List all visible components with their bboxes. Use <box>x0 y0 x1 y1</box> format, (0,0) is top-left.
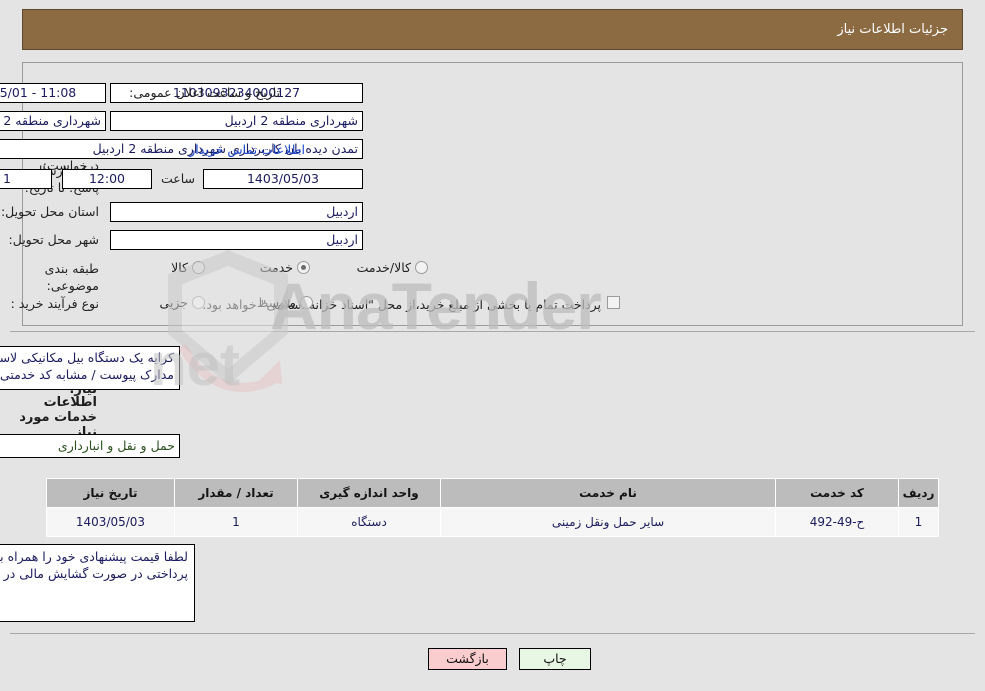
col-quantity: تعداد / مقدار <box>174 478 298 508</box>
radio-category-goods[interactable]: کالا <box>171 260 205 275</box>
table-row[interactable]: 1 ح-49-492 سایر حمل ونقل زمینی دستگاه 1 … <box>46 507 939 537</box>
col-code: کد خدمت <box>775 478 899 508</box>
cell-name: سایر حمل ونقل زمینی <box>440 507 776 537</box>
radio-category-service-label: خدمت <box>259 260 293 275</box>
cell-unit: دستگاه <box>297 507 441 537</box>
delivery-city-value[interactable]: اردبیل <box>110 230 363 250</box>
services-table: ردیف کد خدمت نام خدمت واحد اندازه گیری ت… <box>46 478 939 537</box>
deadline-days-value[interactable]: 1 <box>0 169 52 189</box>
cell-need-date: 1403/05/03 <box>46 507 175 537</box>
radio-purchase-minor[interactable]: جزیی <box>159 295 205 310</box>
radio-category-goods-service-icon[interactable] <box>415 261 428 274</box>
cell-index: 1 <box>898 507 939 537</box>
back-button[interactable]: بازگشت <box>428 648 507 670</box>
buyer-notes-textarea[interactable]: لطفا قیمت پیشنهادی خود را همراه با پیش ف… <box>0 544 195 622</box>
radio-category-goods-icon[interactable] <box>192 261 205 274</box>
radio-purchase-medium-label: متوسط <box>256 295 296 310</box>
radio-purchase-medium[interactable]: متوسط <box>257 295 313 310</box>
deadline-time-value[interactable]: 12:00 <box>62 169 152 189</box>
page-title: جزئیات اطلاعات نیاز <box>837 22 948 37</box>
buyer-organization-value[interactable]: شهرداری منطقه 2 اردبیل <box>110 111 363 131</box>
delivery-city-label: شهر محل تحویل: <box>8 232 99 247</box>
delivery-province-label: استان محل تحویل: <box>0 204 99 219</box>
announce-datetime-value[interactable]: 1403/05/01 - 11:08 <box>0 83 106 103</box>
page-title-bar: جزئیات اطلاعات نیاز <box>22 9 963 50</box>
announce-datetime-label: تاریخ و ساعت اعلان عمومی: <box>129 85 280 100</box>
service-group-value[interactable]: حمل و نقل و انبارداری <box>0 434 180 458</box>
general-description-line2: مدارک پیوست / مشابه کد خدمتی <box>0 367 174 382</box>
page-root: AnaTender net جزئیات اطلاعات نیاز شماره … <box>0 0 985 691</box>
radio-purchase-minor-icon[interactable] <box>192 296 205 309</box>
delivery-province-value[interactable]: اردبیل <box>110 202 363 222</box>
print-button[interactable]: چاپ <box>519 648 591 670</box>
buyer-organization-value-secondary[interactable]: شهرداری منطقه 2 اردبیل <box>0 111 106 131</box>
radio-category-service-icon[interactable] <box>297 261 310 274</box>
buyer-notes-line1: لطفا قیمت پیشنهادی خود را همراه با پیش ف… <box>0 549 188 564</box>
col-name: نام خدمت <box>440 478 776 508</box>
subject-category-label: طبقه بندی موضوعی: <box>44 261 99 293</box>
radio-category-goods-service[interactable]: کالا/خدمت <box>357 260 428 275</box>
col-unit: واحد اندازه گیری <box>297 478 441 508</box>
col-index: ردیف <box>898 478 939 508</box>
cell-code: ح-49-492 <box>775 507 899 537</box>
deadline-date-value[interactable]: 1403/05/03 <box>203 169 363 189</box>
radio-category-service[interactable]: خدمت <box>260 260 310 275</box>
general-description-line1: کرایه یک دستگاه بیل مکانیکی لاستیکی <box>0 350 174 365</box>
radio-purchase-minor-label: جزیی <box>159 295 188 310</box>
table-header-row: ردیف کد خدمت نام خدمت واحد اندازه گیری ت… <box>46 478 939 508</box>
col-need-date: تاریخ نیاز <box>46 478 175 508</box>
buyer-contact-link[interactable]: اطلاعات تماس خریدار <box>189 142 305 157</box>
general-description-textarea[interactable]: ▲ ▼ کرایه یک دستگاه بیل مکانیکی لاستیکی … <box>0 346 180 390</box>
deadline-hour-label: ساعت <box>160 171 195 186</box>
radio-purchase-medium-icon[interactable] <box>300 296 313 309</box>
treasury-documents-checkbox[interactable] <box>607 296 620 309</box>
cell-quantity: 1 <box>174 507 298 537</box>
buyer-notes-line2: پرداختی در صورت گشایش مالی در چند قسط پر… <box>0 566 188 581</box>
radio-category-goods-service-label: کالا/خدمت <box>356 260 411 275</box>
radio-category-goods-label: کالا <box>171 260 188 275</box>
request-creator-value[interactable]: تمدن دیده بان کاربردازی شهرداری منطقه 2 … <box>0 139 363 159</box>
